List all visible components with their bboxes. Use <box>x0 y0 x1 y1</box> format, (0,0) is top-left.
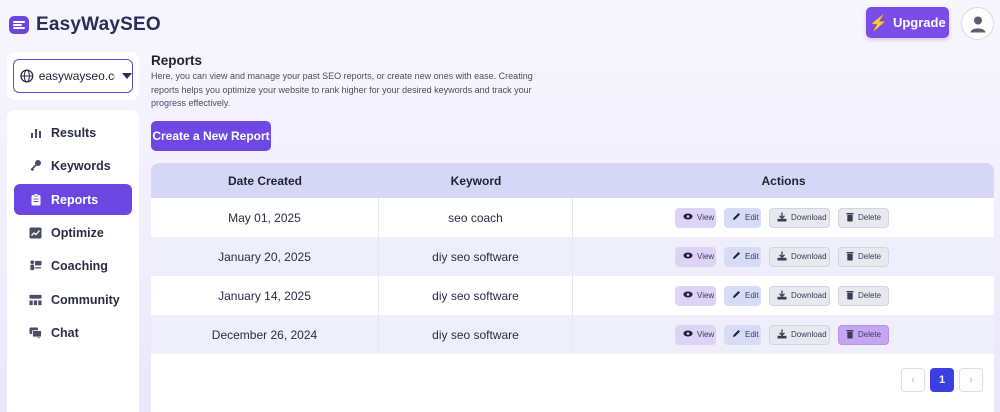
view-button[interactable]: View <box>675 285 716 306</box>
column-header-keyword[interactable]: Keyword <box>379 163 573 198</box>
chat-icon <box>29 326 42 339</box>
eye-icon <box>683 330 693 339</box>
download-icon <box>777 251 787 263</box>
row-actions: View Edit Download Delete <box>573 276 994 315</box>
brand-name: EasyWaySEO <box>36 14 161 35</box>
eye-icon <box>683 252 693 261</box>
page-description: Here, you can view and manage your past … <box>151 71 533 108</box>
download-button[interactable]: Download <box>769 324 830 345</box>
edit-button[interactable]: Edit <box>724 246 761 267</box>
trash-icon <box>846 251 854 263</box>
pagination-next-button[interactable]: › <box>959 368 983 392</box>
pagination-page-button[interactable]: 1 <box>930 368 954 392</box>
logo-icon <box>9 16 29 34</box>
table-row: May 01, 2025 seo coach View Edit Downloa… <box>151 198 994 237</box>
row-keyword: diy seo software <box>379 237 573 276</box>
eye-icon <box>683 291 693 300</box>
sidebar-item-community[interactable]: Community <box>14 284 132 315</box>
row-keyword: seo coach <box>379 198 573 237</box>
row-date: May 01, 2025 <box>151 198 379 237</box>
row-actions: View Edit Download Delete <box>573 315 994 354</box>
delete-button[interactable]: Delete <box>838 285 889 306</box>
column-header-actions: Actions <box>761 173 806 188</box>
table-row: December 26, 2024 diy seo software View … <box>151 315 994 354</box>
site-select[interactable]: easywayseo.com <box>13 59 133 93</box>
row-actions: View Edit Download Delete <box>573 237 994 276</box>
delete-button[interactable]: Delete <box>838 207 889 228</box>
page-title: Reports <box>151 53 203 68</box>
pencil-icon <box>732 290 741 301</box>
row-date: January 20, 2025 <box>151 237 379 276</box>
trash-icon <box>846 329 854 341</box>
edit-button[interactable]: Edit <box>724 207 761 228</box>
download-button[interactable]: Download <box>769 285 830 306</box>
pencil-icon <box>732 212 741 223</box>
pagination-prev-button[interactable]: ‹ <box>901 368 925 392</box>
trend-icon <box>29 226 42 239</box>
pencil-icon <box>732 251 741 262</box>
table-header: Date Created Keyword Actions <box>151 163 994 198</box>
sidebar-item-label: Community <box>51 292 120 307</box>
column-header-date[interactable]: Date Created <box>151 163 379 198</box>
row-keyword: diy seo software <box>379 276 573 315</box>
user-avatar[interactable] <box>961 7 994 40</box>
community-icon <box>29 293 42 306</box>
download-icon <box>777 212 787 224</box>
row-date: December 26, 2024 <box>151 315 379 354</box>
sidebar-item-results[interactable]: Results <box>14 117 132 148</box>
clipboard-icon <box>29 193 42 206</box>
row-actions: View Edit Download Delete <box>573 198 994 237</box>
download-icon <box>777 290 787 302</box>
key-icon <box>29 159 42 172</box>
row-date: January 14, 2025 <box>151 276 379 315</box>
view-button[interactable]: View <box>675 324 716 345</box>
edit-button[interactable]: Edit <box>724 324 761 345</box>
brand-logo[interactable]: EasyWaySEO <box>8 14 161 36</box>
view-button[interactable]: View <box>675 246 716 267</box>
lightning-icon: ⚡ <box>869 14 888 32</box>
table-row: January 20, 2025 diy seo software View E… <box>151 237 994 276</box>
delete-button[interactable]: Delete <box>838 246 889 267</box>
user-icon <box>970 16 985 32</box>
download-button[interactable]: Download <box>769 246 830 267</box>
sidebar-item-coaching[interactable]: Coaching <box>14 250 132 281</box>
sidebar-nav: Results Keywords Reports Optimize Coachi… <box>7 110 139 412</box>
globe-icon <box>20 69 34 83</box>
sidebar-item-optimize[interactable]: Optimize <box>14 217 132 248</box>
chevron-down-icon <box>122 73 132 79</box>
site-selector-card: easywayseo.com <box>7 52 139 100</box>
sidebar-item-reports[interactable]: Reports <box>14 184 132 215</box>
delete-button[interactable]: Delete <box>838 324 889 345</box>
sidebar-item-label: Keywords <box>51 158 111 173</box>
table-row: January 14, 2025 diy seo software View E… <box>151 276 994 315</box>
pencil-icon <box>732 329 741 340</box>
edit-button[interactable]: Edit <box>724 285 761 306</box>
upgrade-label: Upgrade <box>892 15 946 30</box>
sidebar-item-label: Chat <box>51 325 79 340</box>
sidebar-item-keywords[interactable]: Keywords <box>14 150 132 181</box>
sidebar-item-label: Coaching <box>51 258 108 273</box>
eye-icon <box>683 213 693 222</box>
trash-icon <box>846 290 854 302</box>
row-keyword: diy seo software <box>379 315 573 354</box>
trash-icon <box>846 212 854 224</box>
bar-chart-icon <box>29 126 42 139</box>
sidebar-item-chat[interactable]: Chat <box>14 317 132 348</box>
coaching-icon <box>29 259 42 272</box>
sidebar-item-label: Reports <box>51 192 99 207</box>
view-button[interactable]: View <box>675 207 716 228</box>
site-select-value: easywayseo.com <box>38 69 115 83</box>
reports-table: Date Created Keyword Actions May 01, 202… <box>151 163 994 412</box>
create-report-button[interactable]: Create a New Report <box>151 121 271 151</box>
download-button[interactable]: Download <box>769 207 830 228</box>
sidebar-item-label: Results <box>51 125 97 140</box>
download-icon <box>777 329 787 341</box>
sidebar-item-label: Optimize <box>51 225 104 240</box>
upgrade-button[interactable]: ⚡ Upgrade <box>866 7 949 38</box>
